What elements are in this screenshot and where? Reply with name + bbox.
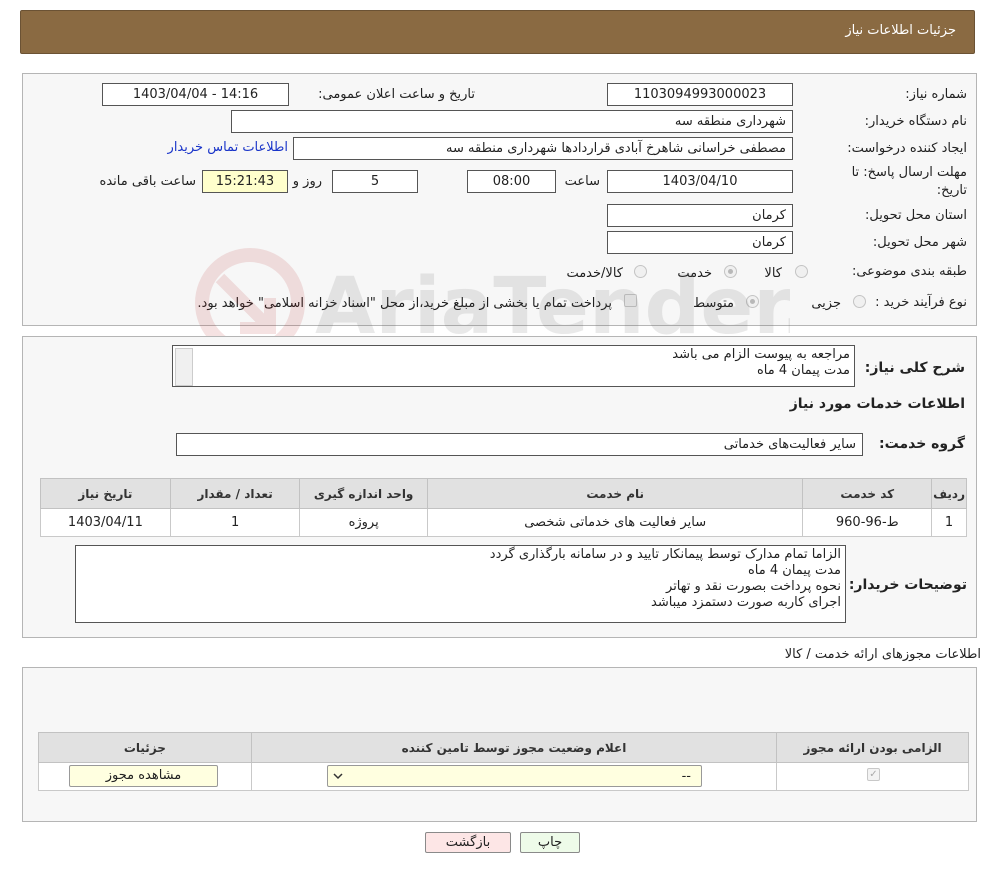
description-line-1: مراجعه به پیوست الزام می باشد (672, 347, 850, 362)
deadline-label-date: تاریخ: (936, 183, 967, 198)
buyer-org-label: نام دستگاه خریدار: (864, 114, 967, 129)
need-number-label: شماره نیاز: (905, 87, 967, 102)
buyer-notes-line-4: اجرای کاربه صورت دستمزد میباشد (651, 595, 841, 610)
buyer-notes-label: توضیحات خریدار: (848, 577, 967, 593)
purchase-medium-radio[interactable] (746, 295, 759, 308)
treasury-payment-note: پرداخت تمام یا بخشی از مبلغ خرید،از محل … (197, 296, 612, 311)
services-col-index: ردیف (931, 478, 967, 509)
service-row-code: ط-96-960 (802, 508, 933, 537)
province-label: استان محل تحویل: (865, 208, 967, 223)
permit-status-select[interactable]: -- (327, 765, 702, 787)
services-section-title: اطلاعات خدمات مورد نیاز (789, 396, 965, 412)
deadline-time-field: 08:00 (467, 170, 556, 193)
category-goods-label: کالا (764, 266, 782, 281)
remaining-time-field: 15:21:43 (202, 170, 288, 193)
chevron-down-icon (333, 773, 343, 780)
services-table: ردیف کد خدمت نام خدمت واحد اندازه گیری ت… (40, 478, 967, 537)
buyer-notes-line-1: الزاما تمام مدارک توسط پیمانکار تایید و … (489, 547, 841, 562)
deadline-time-label: ساعت (564, 174, 600, 189)
service-row-index: 1 (931, 508, 967, 537)
table-row: 1 ط-96-960 سایر فعالیت های خدماتی شخصی پ… (40, 508, 967, 537)
purchase-minor-label: جزیی (811, 296, 841, 311)
deadline-date-field: 1403/04/10 (607, 170, 793, 193)
creator-field: مصطفی خراسانی شاهرخ آبادی قراردادها شهرد… (293, 137, 793, 160)
view-permit-button[interactable]: مشاهده مجوز (69, 765, 218, 787)
creator-label: ایجاد کننده درخواست: (847, 141, 967, 156)
buyer-notes-textarea[interactable]: الزاما تمام مدارک توسط پیمانکار تایید و … (75, 545, 846, 623)
announce-datetime-field: 1403/04/04 - 14:16 (102, 83, 289, 106)
print-button[interactable]: چاپ (520, 832, 580, 853)
permits-col-status: اعلام وضعیت مجوز توسط تامین کننده (250, 732, 778, 763)
purchase-type-label: نوع فرآیند خرید : (875, 295, 967, 310)
services-col-date: تاریخ نیاز (40, 478, 171, 509)
treasury-payment-checkbox[interactable] (624, 294, 637, 307)
category-goods-service-label: کالا/خدمت (566, 266, 623, 281)
description-label: شرح کلی نیاز: (864, 360, 965, 376)
services-col-name: نام خدمت (426, 478, 804, 509)
buyer-contact-link[interactable]: اطلاعات تماس خریدار (168, 140, 288, 155)
description-scrollbar[interactable] (175, 348, 193, 386)
permits-col-details: جزئیات (38, 732, 252, 763)
category-label: طبقه بندی موضوعی: (851, 264, 967, 279)
purchase-minor-radio[interactable] (853, 295, 866, 308)
back-button[interactable]: بازگشت (425, 832, 511, 853)
city-field: کرمان (607, 231, 793, 254)
check-icon: ✓ (869, 769, 878, 780)
service-row-date: 1403/04/11 (40, 508, 171, 537)
service-row-qty: 1 (169, 508, 301, 537)
description-textarea[interactable]: مراجعه به پیوست الزام می باشد مدت پیمان … (172, 345, 855, 387)
buyer-org-field: شهرداری منطقه سه (231, 110, 793, 133)
days-label: روز و (292, 174, 322, 189)
permits-col-required: الزامی بودن ارائه مجوز (776, 732, 969, 763)
service-group-field: سایر فعالیت‌های خدماتی (176, 433, 863, 456)
page-header: جزئیات اطلاعات نیاز (20, 10, 975, 54)
services-col-qty: تعداد / مقدار (169, 478, 301, 509)
days-remaining-field: 5 (332, 170, 418, 193)
description-line-2: مدت پیمان 4 ماه (756, 363, 850, 378)
permits-section-title: اطلاعات مجوزهای ارائه خدمت / کالا (784, 647, 981, 662)
buyer-notes-line-2: مدت پیمان 4 ماه (747, 563, 841, 578)
category-goods-service-radio[interactable] (634, 265, 647, 278)
deadline-label: مهلت ارسال پاسخ: تا (851, 165, 967, 180)
purchase-medium-label: متوسط (693, 296, 734, 311)
buyer-notes-line-3: نحوه پرداخت بصورت نقد و تهاتر (666, 579, 841, 594)
remaining-time-label: ساعت باقی مانده (99, 174, 196, 189)
permit-status-select-value: -- (681, 769, 691, 784)
service-row-unit: پروژه (299, 508, 428, 537)
city-label: شهر محل تحویل: (872, 235, 967, 250)
need-number-field: 1103094993000023 (607, 83, 793, 106)
page-title: جزئیات اطلاعات نیاز (845, 23, 956, 38)
category-service-label: خدمت (677, 266, 712, 281)
service-group-label: گروه خدمت: (879, 436, 965, 452)
announce-datetime-label: تاریخ و ساعت اعلان عمومی: (318, 87, 475, 102)
category-service-radio[interactable] (724, 265, 737, 278)
services-col-code: کد خدمت (802, 478, 933, 509)
category-goods-radio[interactable] (795, 265, 808, 278)
services-col-unit: واحد اندازه گیری (299, 478, 428, 509)
service-row-name: سایر فعالیت های خدماتی شخصی (426, 508, 804, 537)
province-field: کرمان (607, 204, 793, 227)
